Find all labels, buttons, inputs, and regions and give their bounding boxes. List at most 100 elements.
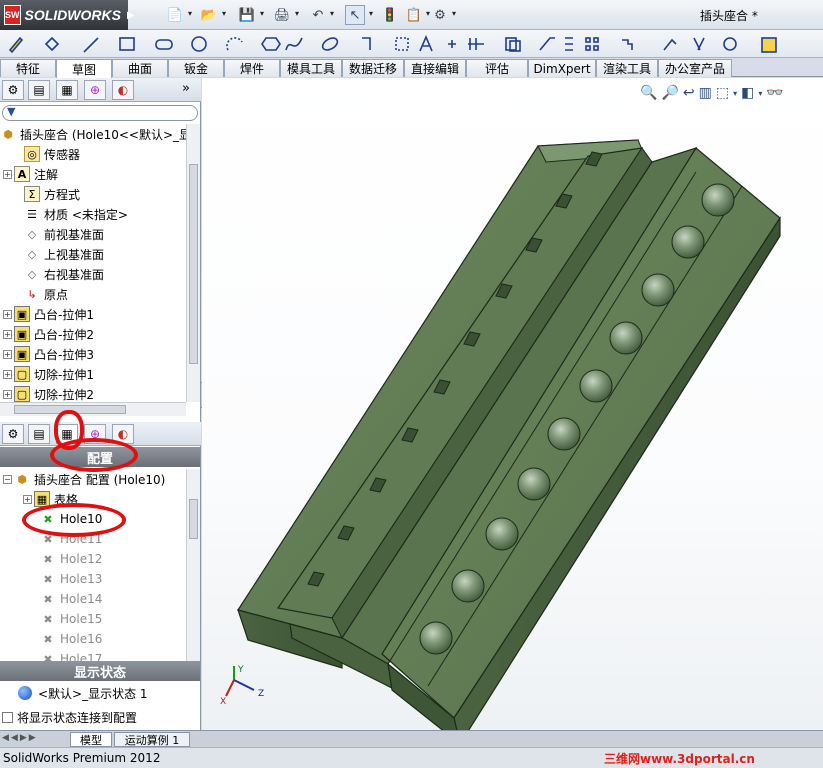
dimxpert-manager-tab-icon[interactable]: ⊕ [84,80,106,100]
tree-item-equations[interactable]: Σ 方程式 [10,184,80,204]
expand-icon[interactable]: + [3,169,12,179]
open-document-icon[interactable]: 📂 [199,5,219,25]
feature-tree-hscroll[interactable] [0,402,186,416]
config-item-hole13[interactable]: ✖ Hole13 [26,569,102,589]
cut-icon: ▢ [14,366,30,382]
tree-item-annotations[interactable]: + A 注解 [0,164,58,184]
print-dropdown-icon[interactable]: ▾ [295,9,303,18]
undo-icon[interactable]: ↶ [308,5,328,25]
graphics-area[interactable]: 🔍 🔎 ↩ ▥ ⬚ ▾ ◧ ▾ 👓 Y Z X [202,78,823,730]
link-display-state-checkbox-row[interactable]: 将显示状态连接到配置 [2,707,137,727]
menu-arrow-icon: ▶ [126,9,135,21]
tree-item-boss-extrude3[interactable]: + ▣ 凸台-拉伸3 [0,344,94,364]
tree-item-origin[interactable]: ↳ 原点 [10,284,68,304]
tree-item-top-plane[interactable]: ◇ 上视基准面 [10,244,104,264]
config-item-hole15[interactable]: ✖ Hole15 [26,609,102,629]
tree-item-label: 右视基准面 [44,267,105,282]
feature-tree-vscroll[interactable] [186,124,200,402]
solidworks-menu-button[interactable]: SW SOLIDWORKS ▶ [0,0,135,30]
config-item-hole16[interactable]: ✖ Hole16 [26,629,102,649]
configuration-vscroll[interactable] [186,469,200,661]
left-panel: ⚙ ▤ ▦ ⊕ ◐ » ▼ ⬢ 插头座合 (Hole10<<默认>_显 ◎ 传感器… [0,78,201,730]
feature-manager-tab-icon[interactable]: ⚙ [2,424,24,444]
tab-evaluate[interactable]: 评估 [466,59,528,77]
config-item-hole12[interactable]: ✖ Hole12 [26,549,102,569]
feature-manager-tab-icon[interactable]: ⚙ [2,80,24,100]
rebuild-icon[interactable]: 🚦 [380,5,400,25]
config-item-hole14[interactable]: ✖ Hole14 [26,589,102,609]
save-dropdown-icon[interactable]: ▾ [260,9,268,18]
expand-icon[interactable]: + [23,494,32,504]
tab-dimxpert[interactable]: DimXpert [528,59,596,77]
print-icon[interactable]: 🖨 [272,5,292,25]
tab-direct-editing[interactable]: 直接编辑 [404,59,466,77]
scroll-thumb[interactable] [189,164,198,364]
tree-item-boss-extrude2[interactable]: + ▣ 凸台-拉伸2 [0,324,94,344]
save-icon[interactable]: 💾 [237,5,257,25]
options-icon[interactable]: ⚙ [430,5,450,25]
config-root[interactable]: − ⬢ 插头座合 配置 (Hole10) [0,469,165,489]
tab-office-products[interactable]: 办公室产品 [658,59,732,77]
tab-weldments[interactable]: 焊件 [224,59,280,77]
reference-triad: Y Z X [220,665,264,707]
expand-icon[interactable]: + [3,309,12,319]
tree-item-front-plane[interactable]: ◇ 前视基准面 [10,224,104,244]
tab-sheet-metal[interactable]: 钣金 [168,59,224,77]
tab-sketch[interactable]: 草图 [56,59,112,78]
tree-item-label: 切除-拉伸1 [34,367,94,382]
tree-item-sensors[interactable]: ◎ 传感器 [10,144,80,164]
expand-icon[interactable]: − [3,474,12,484]
tree-item-cut-extrude1[interactable]: + ▢ 切除-拉伸1 [0,364,94,384]
manager-tabs-top: ⚙ ▤ ▦ ⊕ ◐ » [0,78,201,102]
new-document-icon[interactable]: 📄 [165,5,185,25]
expand-icon[interactable]: + [3,329,12,339]
scroll-thumb[interactable] [189,499,198,539]
plane-icon: ◇ [27,247,37,261]
tab-motion-study-1[interactable]: 运动算例 1 [114,732,190,747]
expand-panel-icon[interactable]: » [182,81,190,96]
extrude-icon: ▣ [14,346,30,362]
config-item-hole17[interactable]: ✖ Hole17 [26,649,102,661]
select-icon[interactable]: ↖ [345,5,365,25]
part-model-render[interactable] [202,78,823,730]
tab-features[interactable]: 特征 [0,59,56,77]
display-state-item[interactable]: <默认>_显示状态 1 [4,683,148,703]
tree-item-right-plane[interactable]: ◇ 右视基准面 [10,264,104,284]
config-icon: ✖ [43,612,53,626]
bottom-tab-bar: ◀◀▶▶ 模型 运动算例 1 [0,730,823,747]
config-icon: ✖ [43,552,53,566]
open-dropdown-icon[interactable]: ▾ [222,9,230,18]
configuration-manager-tab-icon[interactable]: ▦ [56,80,78,100]
select-dropdown-icon[interactable]: ▾ [369,9,377,18]
filter-icon: ▼ [7,105,16,118]
new-dropdown-icon[interactable]: ▾ [188,9,196,18]
tree-item-label: 凸台-拉伸2 [34,327,94,342]
property-manager-tab-icon[interactable]: ▤ [28,80,50,100]
tab-surfaces[interactable]: 曲面 [112,59,168,77]
undo-dropdown-icon[interactable]: ▾ [330,9,338,18]
config-label: Hole16 [60,632,103,646]
tree-item-label: 前视基准面 [44,227,105,242]
display-manager-tab-icon[interactable]: ◐ [112,80,134,100]
file-properties-icon[interactable]: 📋 [404,5,424,25]
tree-root-part[interactable]: ⬢ 插头座合 (Hole10<<默认>_显 [0,124,186,144]
tree-item-boss-extrude1[interactable]: + ▣ 凸台-拉伸1 [0,304,94,324]
tree-item-cut-extrude2[interactable]: + ▢ 切除-拉伸2 [0,384,94,402]
tree-item-label: 凸台-拉伸3 [34,347,94,362]
expand-icon[interactable]: + [3,389,12,399]
tab-model[interactable]: 模型 [70,732,112,747]
tab-render-tools[interactable]: 渲染工具 [596,59,658,77]
tab-scroll-arrows-icon[interactable]: ◀◀▶▶ [2,733,38,743]
configuration-tree: − ⬢ 插头座合 配置 (Hole10) + ▦ 表格 ✖ Hole10 ✖ Hole11 … [0,469,186,661]
property-manager-tab-icon[interactable]: ▤ [28,424,50,444]
expand-icon[interactable]: + [3,369,12,379]
tree-item-material[interactable]: ☰ 材质 <未指定> [10,204,128,224]
expand-icon[interactable]: + [3,349,12,359]
options-dropdown-icon[interactable]: ▾ [452,9,460,18]
link-display-state-checkbox[interactable] [2,711,13,723]
tab-mold-tools[interactable]: 模具工具 [280,59,342,77]
feature-filter-input[interactable]: ▼ [2,105,198,121]
link-display-state-label: 将显示状态连接到配置 [17,710,138,725]
tab-data-migration[interactable]: 数据迁移 [342,59,404,77]
extrude-icon: ▣ [14,326,30,342]
